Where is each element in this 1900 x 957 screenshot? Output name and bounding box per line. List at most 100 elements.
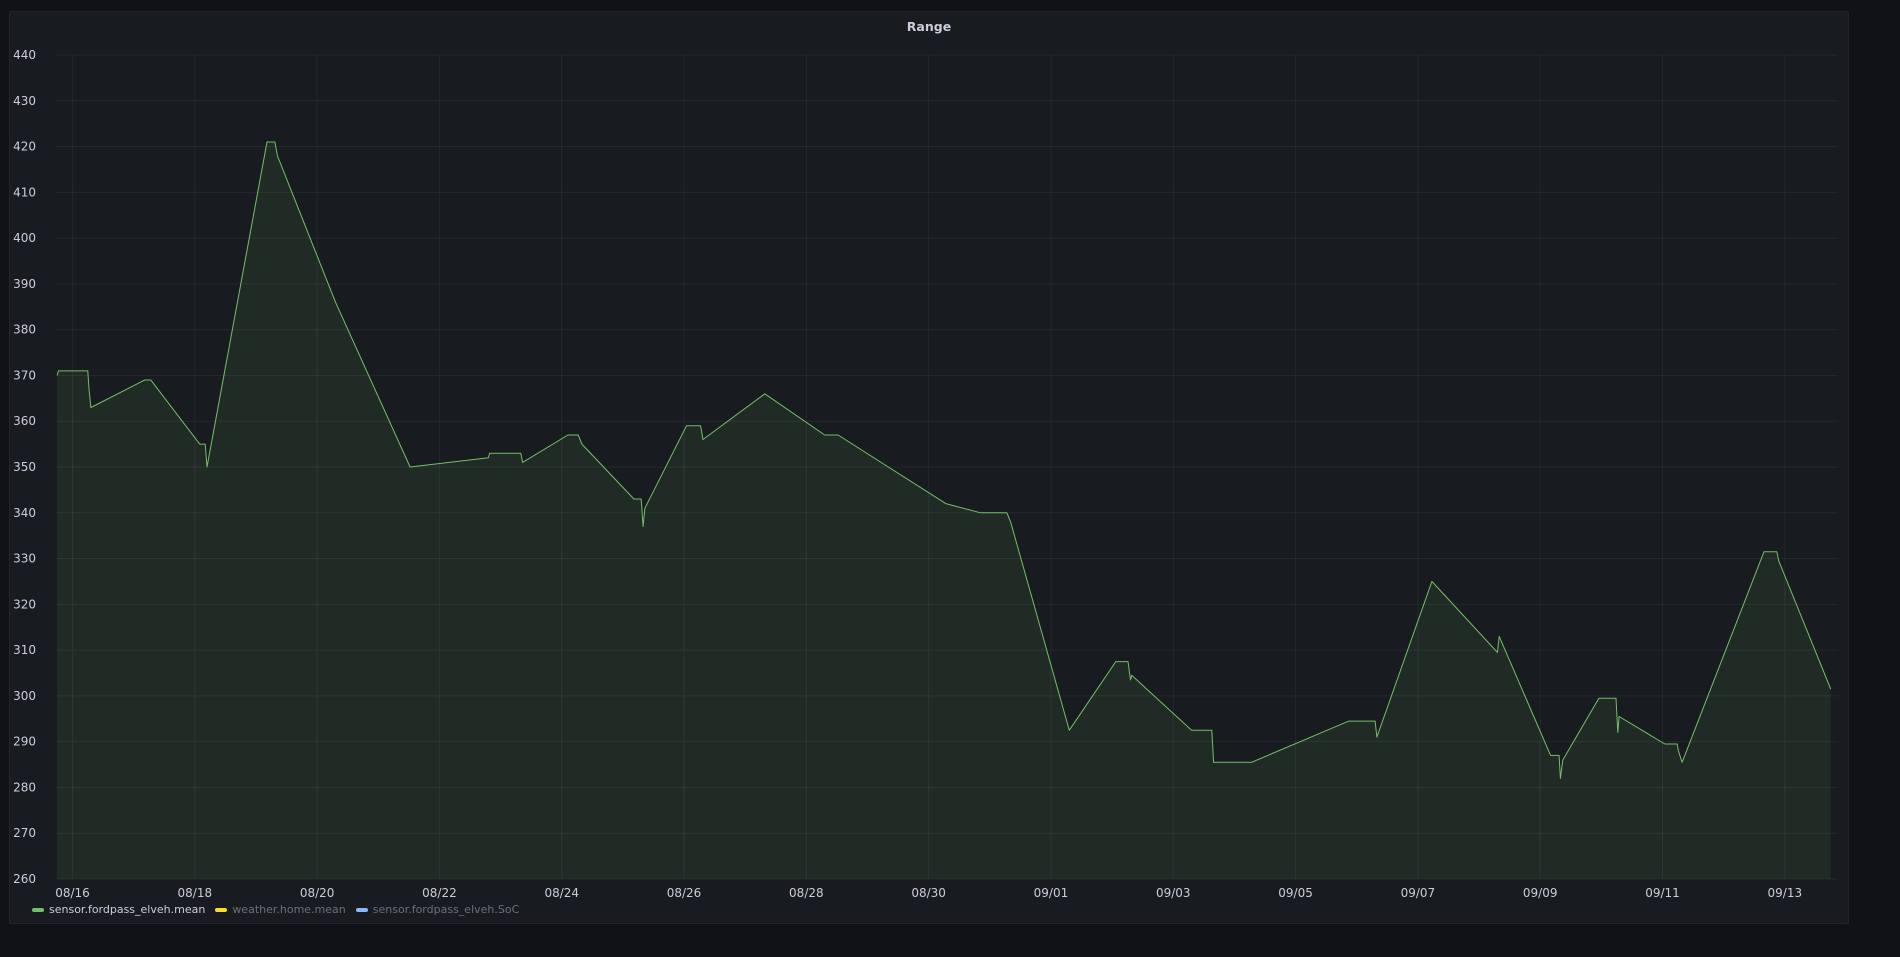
x-tick-label: 09/03	[1156, 886, 1191, 900]
y-tick-label: 410	[13, 185, 36, 199]
y-tick-label: 420	[13, 140, 36, 154]
data-point	[1499, 636, 1500, 637]
y-axis: 260 270 280 290 300 310 320 330 340 350 360 370 380 3…	[13, 48, 36, 886]
legend-item[interactable]: sensor.fordpass_elveh.mean	[32, 903, 205, 916]
data-point	[1211, 730, 1212, 731]
y-tick-label: 380	[13, 323, 36, 337]
series-fill	[57, 142, 1831, 879]
data-point	[702, 439, 703, 440]
y-tick-label: 270	[13, 826, 36, 840]
data-point	[1560, 778, 1561, 779]
series-area	[56, 141, 1832, 879]
x-tick-label: 08/22	[422, 886, 457, 900]
data-point	[1191, 730, 1192, 731]
y-tick-label: 310	[13, 643, 36, 657]
legend-label: weather.home.mean	[232, 903, 346, 916]
x-tick-label: 09/09	[1523, 886, 1558, 900]
data-point	[578, 434, 579, 435]
data-point	[945, 503, 946, 504]
data-point	[205, 444, 206, 445]
data-point	[1778, 560, 1779, 561]
data-point	[1431, 581, 1432, 582]
y-tick-label: 320	[13, 597, 36, 611]
data-point	[274, 141, 275, 142]
legend-item[interactable]: sensor.fordpass_elveh.SoC	[355, 903, 520, 916]
data-point	[1598, 698, 1599, 699]
data-point	[838, 434, 839, 435]
y-tick-label: 280	[13, 780, 36, 794]
data-point	[824, 434, 825, 435]
data-point	[1376, 737, 1377, 738]
legend-item[interactable]: weather.home.mean	[215, 903, 346, 916]
data-point	[1128, 661, 1129, 662]
x-tick-label: 08/16	[55, 886, 90, 900]
data-point	[199, 444, 200, 445]
data-point	[520, 453, 521, 454]
x-tick-label: 08/30	[911, 886, 946, 900]
y-tick-label: 290	[13, 735, 36, 749]
data-point	[144, 380, 145, 381]
data-point	[1497, 652, 1498, 653]
data-point	[410, 467, 411, 468]
data-point	[335, 302, 336, 303]
data-point	[1678, 750, 1679, 751]
x-tick-label: 09/07	[1401, 886, 1436, 900]
x-axis: 08/16 08/18 08/20 08/22 08/24 08/26 08/28 08/30…	[55, 886, 1802, 900]
data-point	[87, 370, 88, 371]
legend-label: sensor.fordpass_elveh.SoC	[372, 903, 520, 916]
time-series-chart[interactable]: 260 270 280 290 300 310 320 330 340 350 360 370 380 3…	[10, 12, 1850, 925]
y-tick-label: 390	[13, 277, 36, 291]
y-tick-label: 360	[13, 414, 36, 428]
x-tick-label: 08/20	[300, 886, 335, 900]
data-point	[1006, 512, 1007, 513]
x-tick-label: 09/01	[1034, 886, 1069, 900]
y-tick-label: 440	[13, 48, 36, 62]
data-point	[1348, 721, 1349, 722]
x-tick-label: 08/18	[178, 886, 213, 900]
data-point	[1213, 762, 1214, 763]
legend-swatch	[215, 907, 228, 912]
x-tick-label: 09/05	[1278, 886, 1313, 900]
y-tick-label: 260	[13, 872, 36, 886]
data-point	[1130, 679, 1131, 680]
chart-panel: Range 260 270 280 290 300 310 320 330 340 350 360 3…	[9, 11, 1849, 924]
data-point	[1562, 759, 1563, 760]
x-tick-label: 08/24	[544, 886, 579, 900]
data-point	[57, 375, 58, 376]
data-point	[522, 462, 523, 463]
data-point	[1764, 551, 1765, 552]
y-tick-label: 350	[13, 460, 36, 474]
y-tick-label: 330	[13, 552, 36, 566]
legend-label: sensor.fordpass_elveh.mean	[49, 903, 206, 916]
data-point	[1677, 743, 1678, 744]
data-point	[686, 425, 687, 426]
data-point	[764, 393, 765, 394]
x-tick-label: 09/13	[1768, 886, 1803, 900]
data-point	[1131, 675, 1132, 676]
data-point	[1664, 743, 1665, 744]
y-tick-label: 400	[13, 231, 36, 245]
data-point	[207, 467, 208, 468]
data-point	[641, 499, 642, 500]
data-point	[633, 499, 634, 500]
data-point	[1830, 689, 1831, 690]
data-point	[1251, 762, 1252, 763]
legend-swatch	[355, 907, 368, 912]
y-tick-label: 340	[13, 506, 36, 520]
data-point	[1617, 732, 1618, 733]
data-point	[1010, 521, 1011, 522]
x-tick-label: 08/28	[789, 886, 824, 900]
x-tick-label: 09/11	[1645, 886, 1680, 900]
data-point	[489, 453, 490, 454]
y-tick-label: 430	[13, 94, 36, 108]
y-tick-label: 370	[13, 368, 36, 382]
data-point	[150, 380, 151, 381]
data-point	[1115, 661, 1116, 662]
data-point	[277, 155, 278, 156]
data-point	[567, 434, 568, 435]
legend: sensor.fordpass_elveh.mean weather.home.m…	[32, 903, 519, 916]
data-point	[1682, 762, 1683, 763]
data-point	[58, 370, 59, 371]
data-point	[488, 457, 489, 458]
data-point	[1776, 551, 1777, 552]
